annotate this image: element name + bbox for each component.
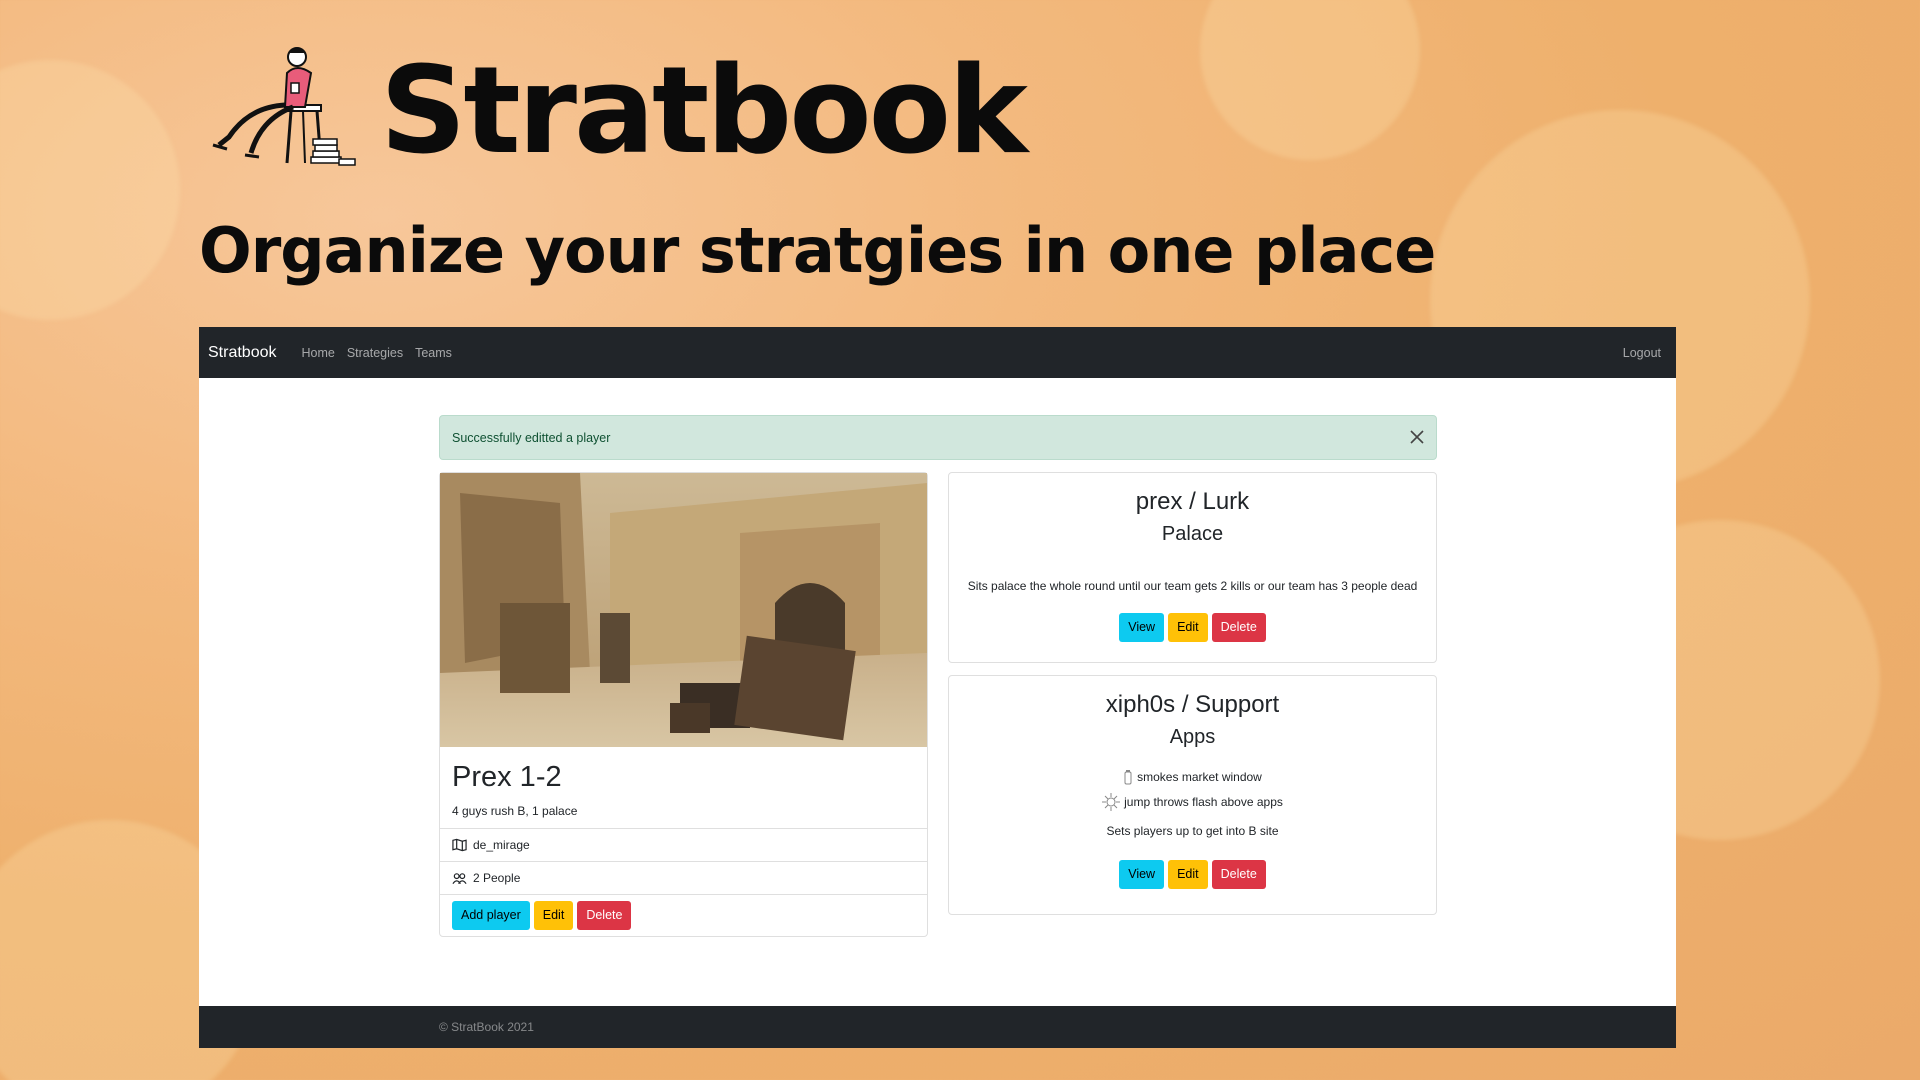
flashbang-icon bbox=[1102, 792, 1121, 811]
delete-strategy-button[interactable]: Delete bbox=[577, 901, 632, 930]
smoke-grenade-icon bbox=[1123, 769, 1133, 785]
strategy-title: Prex 1-2 bbox=[452, 761, 562, 793]
close-icon[interactable] bbox=[1410, 428, 1424, 448]
utility-text: smokes market window bbox=[1137, 769, 1262, 784]
strategy-description: 4 guys rush B, 1 palace bbox=[452, 804, 578, 818]
footer-copyright: © StratBook 2021 bbox=[439, 1020, 534, 1034]
view-player-button[interactable]: View bbox=[1119, 860, 1165, 889]
background-bokeh bbox=[1200, 0, 1420, 160]
player-title: xiph0s / Support bbox=[1105, 691, 1280, 718]
player-actions: View Edit Delete bbox=[959, 860, 1426, 889]
people-icon bbox=[452, 872, 467, 884]
strategy-actions: Add player Edit Delete bbox=[440, 894, 927, 936]
add-player-button[interactable]: Add player bbox=[452, 901, 530, 930]
delete-player-button[interactable]: Delete bbox=[1211, 613, 1266, 642]
player-actions: View Edit Delete bbox=[959, 613, 1426, 642]
map-image bbox=[440, 473, 927, 747]
app-window: Stratbook Home Strategies Teams Logout S… bbox=[199, 327, 1676, 1048]
delete-player-button[interactable]: Delete bbox=[1211, 860, 1266, 889]
people-row: 2 People bbox=[440, 861, 927, 894]
navbar: Stratbook Home Strategies Teams Logout bbox=[199, 327, 1676, 378]
nav-link-home[interactable]: Home bbox=[301, 346, 334, 360]
success-alert: Successfully editted a player bbox=[439, 415, 1437, 460]
map-row: de_mirage bbox=[440, 828, 927, 861]
hero-tagline: Organize your stratgies in one place bbox=[199, 214, 1436, 287]
player-description: Sits palace the whole round until our te… bbox=[967, 579, 1418, 593]
hero-brand: Stratbook bbox=[380, 42, 1028, 181]
edit-player-button[interactable]: Edit bbox=[1168, 860, 1208, 889]
strategy-card: Prex 1-2 4 guys rush B, 1 palace de_mira… bbox=[439, 472, 928, 937]
navbar-brand[interactable]: Stratbook bbox=[208, 344, 276, 362]
view-player-button[interactable]: View bbox=[1119, 613, 1165, 642]
utility-text: jump throws flash above apps bbox=[1124, 794, 1283, 809]
player-card: prex / Lurk Palace Sits palace the whole… bbox=[948, 472, 1437, 663]
player-position: Palace bbox=[1161, 523, 1224, 545]
people-count: 2 People bbox=[473, 871, 521, 885]
map-name: de_mirage bbox=[473, 838, 530, 852]
nav-link-teams[interactable]: Teams bbox=[415, 346, 452, 360]
edit-player-button[interactable]: Edit bbox=[1168, 613, 1208, 642]
player-card: xiph0s / Support Apps smokes market wind… bbox=[948, 675, 1437, 915]
logo-illustration bbox=[199, 45, 359, 170]
main-container: Successfully editted a player Prex 1-2 4… bbox=[439, 415, 1437, 937]
player-description: Sets players up to get into B site bbox=[1106, 824, 1279, 838]
background-bokeh bbox=[0, 60, 180, 320]
utility-item: smokes market window bbox=[959, 764, 1426, 789]
utility-item: jump throws flash above apps bbox=[959, 789, 1426, 814]
player-title: prex / Lurk bbox=[1135, 488, 1250, 515]
edit-strategy-button[interactable]: Edit bbox=[533, 901, 574, 930]
logout-link[interactable]: Logout bbox=[1623, 346, 1661, 360]
alert-message: Successfully editted a player bbox=[452, 430, 611, 445]
player-position: Apps bbox=[1169, 726, 1216, 748]
footer: © StratBook 2021 bbox=[199, 1006, 1676, 1048]
nav-link-strategies[interactable]: Strategies bbox=[347, 346, 403, 360]
map-icon bbox=[452, 838, 467, 852]
